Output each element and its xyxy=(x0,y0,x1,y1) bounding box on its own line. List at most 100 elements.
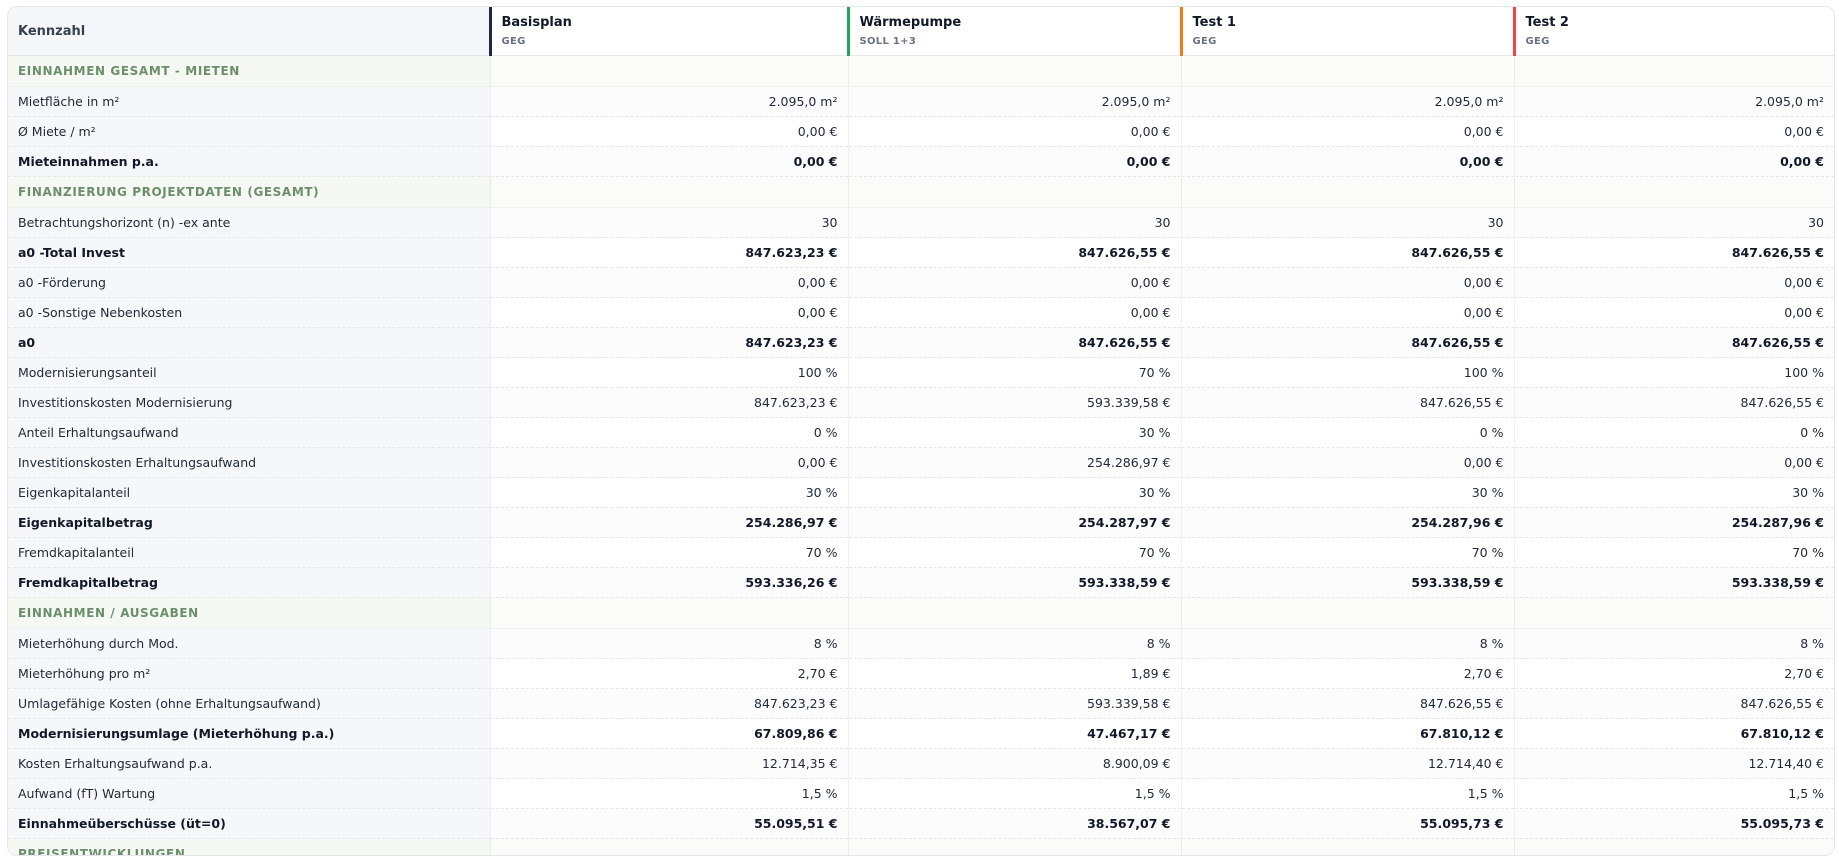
value-cell: 55.095,73 € xyxy=(1181,809,1514,839)
value-cell: 0,00 € xyxy=(490,298,848,328)
section-header-row: PREISENTWICKLUNGEN xyxy=(8,839,1834,856)
section-cell xyxy=(1181,177,1514,208)
value-cell: 254.287,96 € xyxy=(1181,508,1514,538)
value-cell: 70 % xyxy=(848,358,1181,388)
table-row[interactable]: a0847.623,23 €847.626,55 €847.626,55 €84… xyxy=(8,328,1834,358)
row-label: Kosten Erhaltungsaufwand p.a. xyxy=(8,749,490,779)
table-row[interactable]: Betrachtungshorizont (n) -ex ante3030303… xyxy=(8,208,1834,238)
table-row[interactable]: Ø Miete / m²0,00 €0,00 €0,00 €0,00 € xyxy=(8,117,1834,147)
value-cell: 847.623,23 € xyxy=(490,689,848,719)
table-row[interactable]: Einnahmeüberschüsse (üt=0)55.095,51 €38.… xyxy=(8,809,1834,839)
value-cell: 0,00 € xyxy=(490,117,848,147)
row-label: Mietfläche in m² xyxy=(8,87,490,117)
value-cell: 1,89 € xyxy=(848,659,1181,689)
section-cell xyxy=(490,56,848,87)
row-label: Umlagefähige Kosten (ohne Erhaltungsaufw… xyxy=(8,689,490,719)
value-cell: 593.339,58 € xyxy=(848,689,1181,719)
column-header-scenario[interactable]: Basisplan GEG xyxy=(490,7,848,56)
value-cell: 0 % xyxy=(1514,418,1834,448)
table-row[interactable]: Modernisierungsumlage (Mieterhöhung p.a.… xyxy=(8,719,1834,749)
section-title: EINNAHMEN GESAMT - MIETEN xyxy=(8,56,490,87)
value-cell: 100 % xyxy=(490,358,848,388)
column-header-scenario[interactable]: Wärmepumpe SOLL 1+3 xyxy=(848,7,1181,56)
value-cell: 30 xyxy=(490,208,848,238)
table-header-row: Kennzahl Basisplan GEG Wärmepumpe SOLL 1… xyxy=(8,7,1834,56)
column-header-scenario[interactable]: Test 2 GEG xyxy=(1514,7,1834,56)
row-label: Fremdkapitalbetrag xyxy=(8,568,490,598)
section-header-row: EINNAHMEN GESAMT - MIETEN xyxy=(8,56,1834,87)
table-row[interactable]: Aufwand (fT) Wartung1,5 %1,5 %1,5 %1,5 % xyxy=(8,779,1834,809)
table-row[interactable]: a0 -Total Invest847.623,23 €847.626,55 €… xyxy=(8,238,1834,268)
value-cell: 847.626,55 € xyxy=(1181,328,1514,358)
table-row[interactable]: Mieterhöhung pro m²2,70 €1,89 €2,70 €2,7… xyxy=(8,659,1834,689)
value-cell: 67.810,12 € xyxy=(1181,719,1514,749)
table-row[interactable]: Eigenkapitalbetrag254.286,97 €254.287,97… xyxy=(8,508,1834,538)
table-row[interactable]: Anteil Erhaltungsaufwand0 %30 %0 %0 % xyxy=(8,418,1834,448)
table-row[interactable]: Umlagefähige Kosten (ohne Erhaltungsaufw… xyxy=(8,689,1834,719)
section-cell xyxy=(848,56,1181,87)
value-cell: 1,5 % xyxy=(1181,779,1514,809)
table-row[interactable]: Investitionskosten Erhaltungsaufwand0,00… xyxy=(8,448,1834,478)
value-cell: 0,00 € xyxy=(1514,147,1834,177)
value-cell: 0 % xyxy=(1181,418,1514,448)
section-cell xyxy=(848,839,1181,856)
value-cell: 2.095,0 m² xyxy=(1181,87,1514,117)
value-cell: 847.626,55 € xyxy=(848,328,1181,358)
table-row[interactable]: Eigenkapitalanteil30 %30 %30 %30 % xyxy=(8,478,1834,508)
value-cell: 1,5 % xyxy=(490,779,848,809)
value-cell: 0,00 € xyxy=(848,117,1181,147)
value-cell: 0,00 € xyxy=(1514,268,1834,298)
section-cell xyxy=(848,177,1181,208)
scenario-name: Test 2 xyxy=(1526,15,1825,30)
value-cell: 847.623,23 € xyxy=(490,388,848,418)
value-cell: 2.095,0 m² xyxy=(1514,87,1834,117)
column-header-scenario[interactable]: Test 1 GEG xyxy=(1181,7,1514,56)
table-row[interactable]: a0 -Förderung0,00 €0,00 €0,00 €0,00 € xyxy=(8,268,1834,298)
row-label: Betrachtungshorizont (n) -ex ante xyxy=(8,208,490,238)
row-label: Aufwand (fT) Wartung xyxy=(8,779,490,809)
value-cell: 593.339,58 € xyxy=(848,388,1181,418)
value-cell: 2,70 € xyxy=(490,659,848,689)
table-row[interactable]: a0 -Sonstige Nebenkosten0,00 €0,00 €0,00… xyxy=(8,298,1834,328)
table-row[interactable]: Mieteinnahmen p.a.0,00 €0,00 €0,00 €0,00… xyxy=(8,147,1834,177)
value-cell: 1,5 % xyxy=(1514,779,1834,809)
row-label: a0 -Sonstige Nebenkosten xyxy=(8,298,490,328)
row-label: a0 -Total Invest xyxy=(8,238,490,268)
scenario-subtitle: GEG xyxy=(502,36,837,47)
value-cell: 847.626,55 € xyxy=(1181,689,1514,719)
value-cell: 55.095,51 € xyxy=(490,809,848,839)
comparison-table: Kennzahl Basisplan GEG Wärmepumpe SOLL 1… xyxy=(8,7,1834,856)
value-cell: 0,00 € xyxy=(1181,147,1514,177)
section-cell xyxy=(1514,177,1834,208)
value-cell: 0,00 € xyxy=(1181,268,1514,298)
value-cell: 0,00 € xyxy=(1514,448,1834,478)
value-cell: 0,00 € xyxy=(1181,298,1514,328)
value-cell: 30 xyxy=(848,208,1181,238)
scenario-name: Basisplan xyxy=(502,15,837,30)
table-row[interactable]: Mieterhöhung durch Mod.8 %8 %8 %8 % xyxy=(8,629,1834,659)
row-label: a0 xyxy=(8,328,490,358)
scenario-subtitle: SOLL 1+3 xyxy=(860,36,1170,47)
table-row[interactable]: Fremdkapitalanteil70 %70 %70 %70 % xyxy=(8,538,1834,568)
comparison-table-frame: Kennzahl Basisplan GEG Wärmepumpe SOLL 1… xyxy=(7,6,1835,856)
table-row[interactable]: Kosten Erhaltungsaufwand p.a.12.714,35 €… xyxy=(8,749,1834,779)
value-cell: 47.467,17 € xyxy=(848,719,1181,749)
value-cell: 0,00 € xyxy=(490,448,848,478)
table-row[interactable]: Fremdkapitalbetrag593.336,26 €593.338,59… xyxy=(8,568,1834,598)
row-label: Investitionskosten Modernisierung xyxy=(8,388,490,418)
value-cell: 847.626,55 € xyxy=(1514,328,1834,358)
value-cell: 67.809,86 € xyxy=(490,719,848,749)
value-cell: 30 % xyxy=(848,418,1181,448)
table-row[interactable]: Investitionskosten Modernisierung847.623… xyxy=(8,388,1834,418)
value-cell: 0,00 € xyxy=(1514,117,1834,147)
section-cell xyxy=(848,598,1181,629)
column-header-kennzahl[interactable]: Kennzahl xyxy=(8,7,490,56)
section-cell xyxy=(490,177,848,208)
table-row[interactable]: Mietfläche in m²2.095,0 m²2.095,0 m²2.09… xyxy=(8,87,1834,117)
value-cell: 0,00 € xyxy=(1181,448,1514,478)
value-cell: 8 % xyxy=(1181,629,1514,659)
section-title: FINANZIERUNG PROJEKTDATEN (GESAMT) xyxy=(8,177,490,208)
table-row[interactable]: Modernisierungsanteil100 %70 %100 %100 % xyxy=(8,358,1834,388)
value-cell: 254.286,97 € xyxy=(490,508,848,538)
value-cell: 847.626,55 € xyxy=(1514,238,1834,268)
